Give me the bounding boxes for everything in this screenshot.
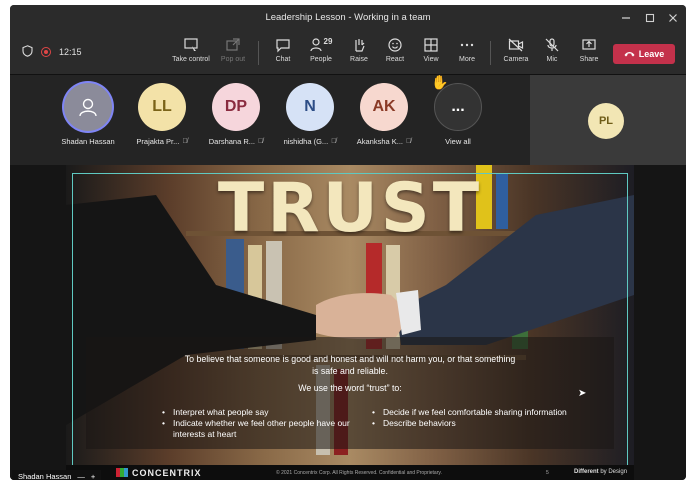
- presenter-name: Shadan Hassan: [18, 471, 72, 481]
- copyright-text: © 2021 Concentrix Corp. All Rights Reser…: [276, 470, 442, 476]
- participant-tile[interactable]: LL Prajakta Pr... 🎙̸: [126, 83, 198, 146]
- chat-icon: [276, 39, 290, 53]
- plus-icon[interactable]: +: [91, 472, 95, 481]
- overflow-avatar: ... ✋: [431, 74, 482, 131]
- close-button[interactable]: [663, 9, 683, 27]
- people-button[interactable]: 29 People: [304, 37, 338, 69]
- share-icon: [582, 39, 596, 50]
- toolbar-divider: [490, 41, 491, 65]
- avatar: AK: [360, 83, 408, 131]
- mic-off-icon: [545, 38, 559, 52]
- toolbar-divider: [258, 41, 259, 65]
- trust-definition: To believe that someone is good and hone…: [184, 354, 516, 376]
- raise-hand-button[interactable]: Raise: [344, 37, 374, 69]
- leave-button[interactable]: Leave: [613, 44, 675, 64]
- raise-hand-icon: [355, 39, 365, 52]
- camera-button[interactable]: Camera: [500, 37, 532, 69]
- people-count: 29: [323, 37, 333, 46]
- bullet-item: Interpret what people say: [162, 407, 352, 418]
- share-button[interactable]: Share: [576, 37, 602, 69]
- use-word-heading: We use the word “trust” to:: [298, 383, 402, 393]
- view-all-label: View all: [445, 137, 471, 146]
- meeting-window: Leadership Lesson - Working in a team 12…: [10, 5, 686, 480]
- camera-off-icon: [508, 38, 524, 52]
- mouse-cursor-icon: ➤: [578, 388, 587, 399]
- pop-out-button[interactable]: Pop out: [218, 37, 248, 69]
- muted-icon: 🎙̸: [331, 138, 337, 145]
- muted-icon: 🎙̸: [258, 138, 264, 145]
- smiley-icon: [388, 38, 402, 52]
- participant-name: Prajakta Pr...: [136, 137, 180, 146]
- grid-icon: [424, 38, 438, 52]
- participant-tile[interactable]: AK Akanksha K... 🎙̸: [348, 83, 420, 146]
- view-all-button[interactable]: ... ✋ View all: [422, 74, 494, 146]
- window-title: Leadership Lesson - Working in a team: [265, 12, 431, 23]
- more-icon: [460, 43, 474, 47]
- chat-button[interactable]: Chat: [270, 37, 296, 69]
- maximize-button[interactable]: [640, 9, 660, 27]
- concentrix-logo-icon: [116, 468, 128, 477]
- shared-slide: TRUST To believe that someone is good an…: [66, 165, 634, 480]
- participant-name: nishidha (G...: [283, 137, 329, 146]
- bullet-list-left: Interpret what people say Indicate wheth…: [162, 407, 352, 440]
- react-button[interactable]: React: [380, 37, 410, 69]
- meeting-status: 12:15: [22, 45, 82, 59]
- more-button[interactable]: More: [454, 37, 480, 69]
- shield-icon[interactable]: [22, 45, 33, 59]
- participant-tile[interactable]: Shadan Hassan: [52, 83, 124, 146]
- meeting-timer: 12:15: [59, 47, 82, 57]
- recording-icon: [41, 47, 51, 57]
- slide-footer: CONCENTRIX © 2021 Concentrix Corp. All R…: [66, 465, 634, 480]
- minimize-button[interactable]: [616, 9, 636, 27]
- participant-tile[interactable]: DP Darshana R... 🎙̸: [200, 83, 272, 146]
- avatar: DP: [212, 83, 260, 131]
- tagline: Different by Design: [574, 469, 628, 475]
- bullet-list-right: Decide if we feel comfortable sharing in…: [372, 407, 572, 429]
- participants-strip: Shadan Hassan LL Prajakta Pr... 🎙̸ DP Dar…: [10, 74, 686, 165]
- presenter-label: Shadan Hassan — +: [12, 470, 102, 481]
- avatar: PL: [588, 103, 624, 139]
- take-control-button[interactable]: Take control: [172, 37, 210, 69]
- avatar: LL: [138, 83, 186, 131]
- raised-hand-icon: ✋: [431, 74, 449, 90]
- self-video-tile[interactable]: PL: [530, 75, 686, 165]
- avatar: [64, 83, 112, 131]
- participant-name: Shadan Hassan: [61, 137, 115, 146]
- shared-content-stage: TRUST To believe that someone is good an…: [10, 165, 686, 480]
- take-control-icon: [184, 38, 198, 51]
- bullet-item: Indicate whether we feel other people ha…: [162, 418, 352, 440]
- hang-up-icon: [624, 52, 635, 57]
- pop-out-icon: [226, 38, 240, 51]
- participant-name: Darshana R...: [208, 137, 256, 146]
- bullet-item: Describe behaviors: [372, 418, 572, 429]
- participant-tile[interactable]: N nishidha (G... 🎙̸: [274, 83, 346, 146]
- muted-icon: 🎙̸: [406, 138, 412, 145]
- brand-name: CONCENTRIX: [132, 468, 202, 478]
- participant-name: Akanksha K...: [356, 137, 404, 146]
- mic-button[interactable]: Mic: [540, 37, 564, 69]
- person-icon: [79, 98, 97, 117]
- slide-page-number: 5: [546, 470, 549, 476]
- view-button[interactable]: View: [418, 37, 444, 69]
- avatar: N: [286, 83, 334, 131]
- muted-icon: 🎙̸: [182, 138, 188, 145]
- meeting-toolbar: 12:15 Take control Pop out Chat 29 Peopl…: [10, 31, 686, 75]
- title-bar: Leadership Lesson - Working in a team: [10, 5, 686, 31]
- minimize-icon[interactable]: —: [77, 472, 85, 481]
- bullet-item: Decide if we feel comfortable sharing in…: [372, 407, 572, 418]
